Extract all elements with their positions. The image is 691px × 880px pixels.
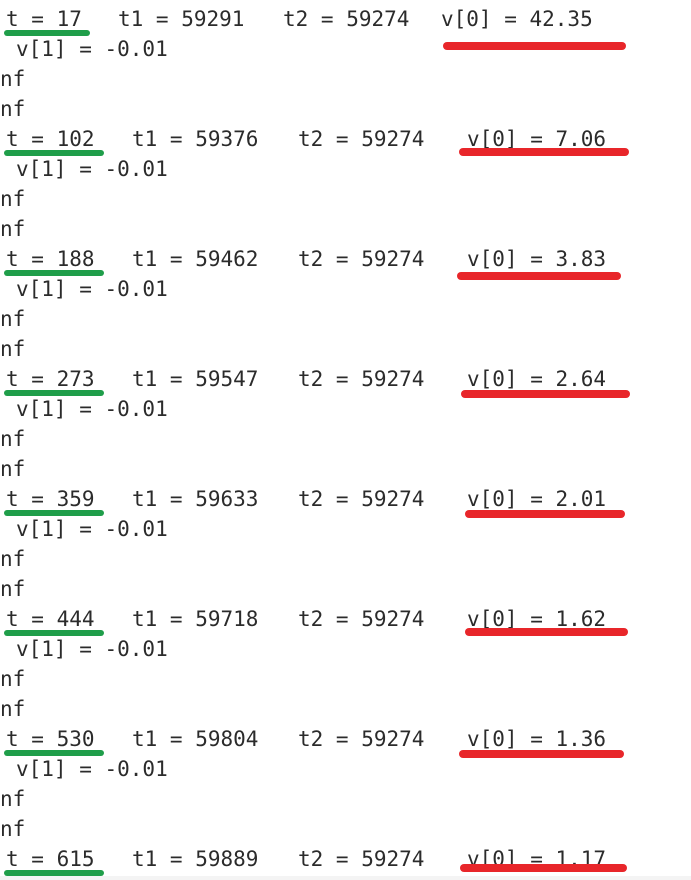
nf-text: nf [0, 787, 26, 811]
nf-text: nf [0, 307, 26, 331]
t2-value: t2 = 59274 [283, 7, 410, 31]
t2-value: t2 = 59274 [298, 847, 425, 871]
nf-text: nf [0, 427, 26, 451]
nf-text: nf [0, 817, 26, 841]
t2-value: t2 = 59274 [298, 127, 425, 151]
t2-value: t2 = 59274 [298, 727, 425, 751]
nf-text: nf [0, 337, 26, 361]
v0-underline-red [465, 510, 625, 518]
t1-value: t1 = 59462 [132, 247, 259, 271]
v0-underline-red [461, 390, 630, 398]
nf-text: nf [0, 187, 26, 211]
t1-value: t1 = 59633 [132, 487, 259, 511]
v1-value: v[1] = -0.01 [16, 157, 168, 181]
nf-text: nf [0, 67, 26, 91]
v0-underline-red [460, 864, 627, 872]
v1-value: v[1] = -0.01 [16, 37, 168, 61]
t2-value: t2 = 59274 [298, 607, 425, 631]
t2-value: t2 = 59274 [298, 487, 425, 511]
v0-underline-red [457, 272, 621, 280]
t2-value: t2 = 59274 [298, 247, 425, 271]
t1-value: t1 = 59718 [132, 607, 259, 631]
nf-text: nf [0, 577, 26, 601]
t1-value: t1 = 59376 [132, 127, 259, 151]
v1-value: v[1] = -0.01 [16, 757, 168, 781]
nf-text: nf [0, 457, 26, 481]
t1-value: t1 = 59889 [132, 847, 259, 871]
v0-value: v[0] = 3.83 [467, 247, 607, 271]
v1-value: v[1] = -0.01 [16, 637, 168, 661]
v0-value: v[0] = 42.35 [441, 7, 593, 31]
v0-underline-red [459, 750, 624, 758]
output-line-main: t = 17 t1 = 59291 t2 = 59274 v[0] = 42.35 [0, 4, 691, 34]
v0-underline-red [465, 628, 628, 636]
console-output: t = 17 t1 = 59291 t2 = 59274 v[0] = 42.35 v[… [0, 0, 691, 880]
t1-value: t1 = 59547 [132, 367, 259, 391]
nf-text: nf [0, 697, 26, 721]
nf-text: nf [0, 547, 26, 571]
t2-value: t2 = 59274 [298, 367, 425, 391]
output-line-main: t = 188 t1 = 59462 t2 = 59274 v[0] = 3.83 [0, 244, 691, 274]
nf-text: nf [0, 217, 26, 241]
t1-value: t1 = 59804 [132, 727, 259, 751]
v0-underline-red [459, 148, 629, 156]
v1-value: v[1] = -0.01 [16, 397, 168, 421]
v0-underline-red [443, 42, 626, 50]
bottom-separator [0, 876, 691, 880]
v1-value: v[1] = -0.01 [16, 517, 168, 541]
nf-text: nf [0, 667, 26, 691]
nf-text: nf [0, 97, 26, 121]
t1-value: t1 = 59291 [118, 7, 245, 31]
v1-value: v[1] = -0.01 [16, 277, 168, 301]
